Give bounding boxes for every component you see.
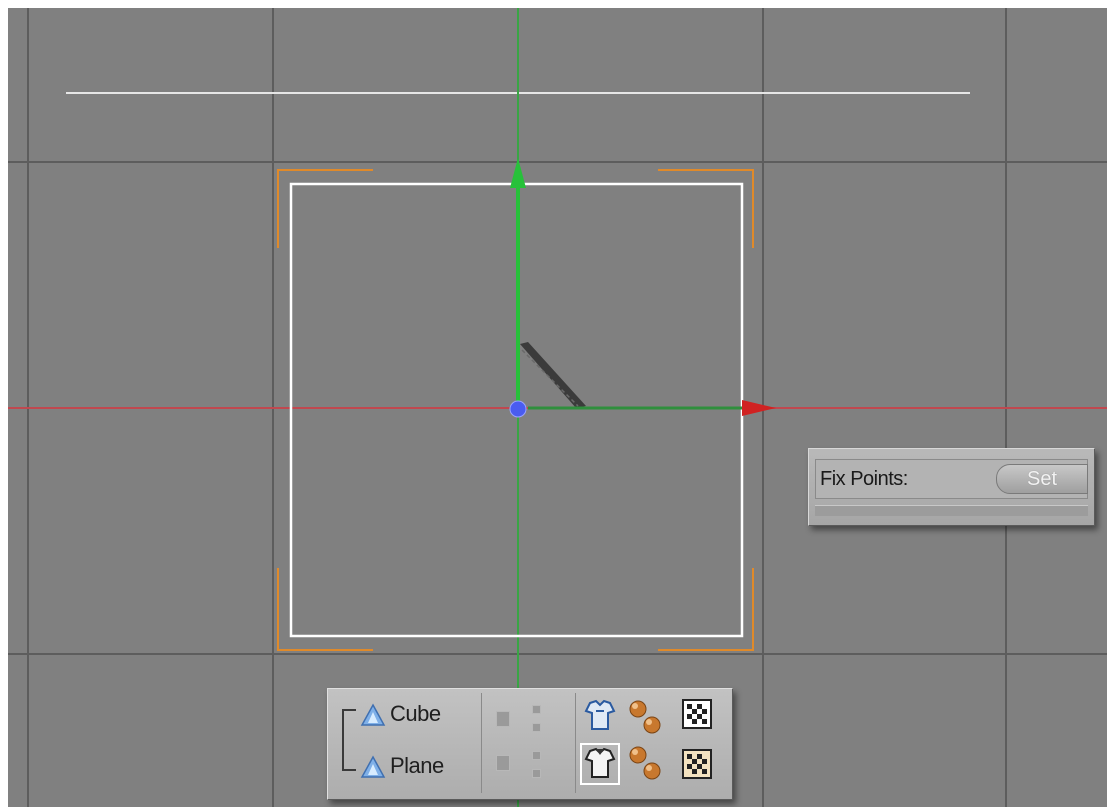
layer-name: Cube [390,701,441,726]
spheres-icon[interactable] [626,699,670,739]
background-toggle[interactable] [532,751,541,760]
layer-triangle-icon [360,703,386,726]
spheres-icon[interactable] [626,745,670,785]
layer-triangle-icon [360,755,386,778]
modeler-screen: Fix Points: Set Cube Plane [0,0,1107,807]
layer-name: Plane [390,753,444,778]
set-button[interactable]: Set [996,464,1088,494]
background-toggle[interactable] [532,769,541,778]
fix-points-row: Fix Points: Set [815,459,1088,499]
fix-points-label: Fix Points: [820,468,908,490]
pivot-point-icon[interactable] [509,400,527,418]
foreground-toggle[interactable] [496,711,510,727]
layers-panel: Cube Plane [327,688,733,800]
layer-state-column [484,693,576,793]
normal-handle[interactable] [520,342,586,408]
foreground-toggle[interactable] [496,755,510,771]
layer-item-cube[interactable]: Cube [360,697,480,731]
layer-icons-column [578,693,728,793]
panel-footer [815,505,1088,516]
fix-points-panel: Fix Points: Set [808,448,1095,526]
background-toggle[interactable] [532,723,541,732]
viewport[interactable]: Fix Points: Set Cube Plane [8,8,1107,807]
shirt-icon[interactable] [582,745,618,783]
layer-names-column: Cube Plane [334,693,482,793]
shirt-icon[interactable] [582,697,618,733]
layer-item-plane[interactable]: Plane [360,749,480,783]
checker-icon[interactable] [682,699,712,729]
background-toggle[interactable] [532,705,541,714]
checker-icon[interactable] [682,749,712,779]
x-arrow-icon[interactable] [742,400,776,416]
